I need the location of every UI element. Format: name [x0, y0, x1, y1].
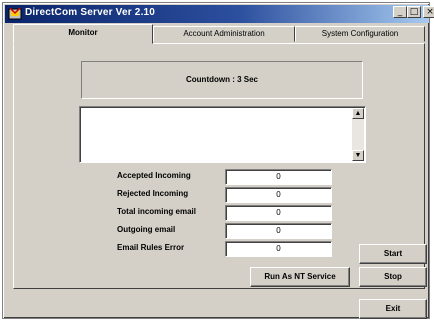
outgoing-email-label: Outgoing email	[117, 225, 176, 234]
email-rules-error-label: Email Rules Error	[117, 243, 185, 252]
start-button[interactable]: Start	[359, 244, 427, 264]
exit-button[interactable]: Exit	[359, 299, 427, 319]
tab-system-configuration[interactable]: System Configuration	[295, 26, 425, 42]
minimize-button[interactable]: _	[393, 6, 407, 18]
rejected-incoming-field[interactable]: 0	[225, 187, 332, 203]
tab-account-administration[interactable]: Account Administration	[153, 26, 295, 42]
app-window: DirectCom Server Ver 2.10 _ □ × Monitor …	[2, 2, 434, 319]
total-incoming-email-field[interactable]: 0	[225, 205, 332, 221]
rejected-incoming-label: Rejected Incoming	[117, 189, 189, 198]
app-icon	[8, 7, 22, 20]
log-textarea[interactable]: ▲ ▼	[79, 106, 366, 163]
scroll-up-icon[interactable]: ▲	[352, 108, 364, 119]
window-title: DirectCom Server Ver 2.10	[25, 7, 156, 18]
email-rules-error-field[interactable]: 0	[225, 241, 332, 257]
accepted-incoming-label: Accepted Incoming	[117, 171, 191, 180]
close-button[interactable]: ×	[423, 6, 434, 18]
countdown-label: Countdown : 3 Sec	[81, 61, 363, 99]
stop-button[interactable]: Stop	[359, 267, 427, 287]
total-incoming-email-label: Total incoming email	[117, 207, 196, 216]
tab-monitor[interactable]: Monitor	[13, 24, 153, 44]
scroll-down-icon[interactable]: ▼	[352, 150, 364, 161]
maximize-button[interactable]: □	[407, 6, 421, 18]
run-as-nt-service-button[interactable]: Run As NT Service	[250, 267, 350, 287]
accepted-incoming-field[interactable]: 0	[225, 169, 332, 185]
log-scrollbar[interactable]: ▲ ▼	[352, 108, 364, 161]
title-bar[interactable]: DirectCom Server Ver 2.10	[5, 5, 429, 23]
outgoing-email-field[interactable]: 0	[225, 223, 332, 239]
